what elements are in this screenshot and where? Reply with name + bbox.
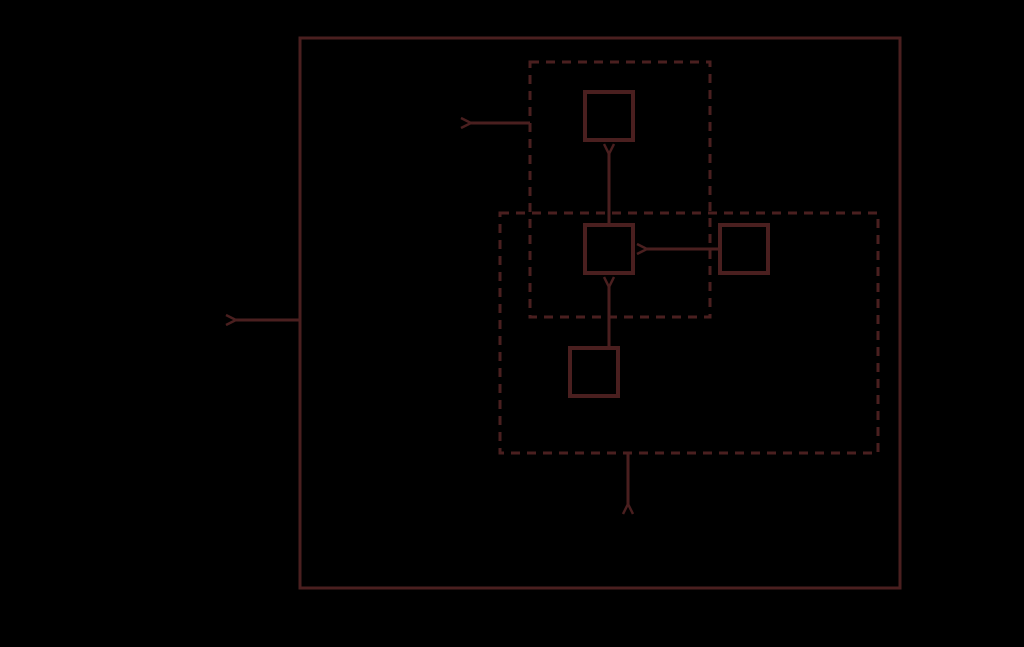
diagram-canvas	[0, 0, 1024, 647]
small-box-right	[720, 225, 768, 273]
outer-container	[300, 38, 900, 588]
small-box-bottom	[570, 348, 618, 396]
small-box-top	[585, 92, 633, 140]
small-box-mid	[585, 225, 633, 273]
dashed-group-top	[530, 62, 710, 317]
